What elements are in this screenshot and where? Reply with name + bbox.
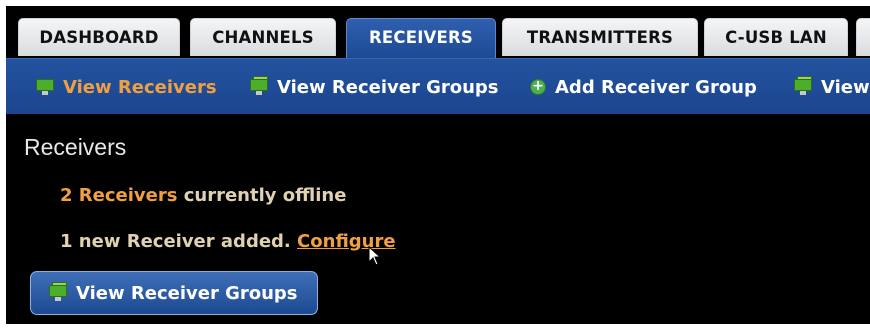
- main-tab-bar: DASHBOARD CHANNELS RECEIVERS TRANSMITTER…: [6, 6, 870, 58]
- new-receiver-status: 1 new Receiver added. Configure: [60, 231, 396, 252]
- tab-label: RECEIVERS: [369, 28, 473, 47]
- monitor-group-icon: [49, 282, 67, 301]
- main-content: Receivers 2 Receivers currently offline …: [6, 114, 870, 324]
- app-frame: DASHBOARD CHANNELS RECEIVERS TRANSMITTER…: [6, 6, 870, 324]
- tab-transmitters[interactable]: TRANSMITTERS: [502, 18, 698, 56]
- subnav-label: View Receiver Groups: [277, 76, 499, 98]
- offline-text: currently offline: [183, 185, 347, 206]
- page-title: Receivers: [24, 134, 127, 160]
- tab-label: C-USB LAN: [725, 28, 827, 47]
- new-receiver-text: 1 new Receiver added.: [60, 231, 291, 252]
- button-label: View Receiver Groups: [76, 282, 298, 304]
- tab-c-usb-lan[interactable]: C-USB LAN: [704, 18, 848, 56]
- tab-label: DASHBOARD: [39, 28, 159, 47]
- subnav-label: View Receivers: [63, 76, 217, 98]
- monitor-group-icon: [250, 76, 268, 95]
- offline-status: 2 Receivers currently offline: [60, 185, 346, 206]
- subnav-view-receiver-groups[interactable]: View Receiver Groups: [250, 59, 499, 115]
- tab-receivers[interactable]: RECEIVERS: [346, 18, 496, 58]
- monitor-group-icon: [794, 76, 812, 95]
- monitor-icon: [36, 79, 54, 95]
- subnav-label: Add Receiver Group: [555, 76, 757, 98]
- view-receiver-groups-button[interactable]: View Receiver Groups: [30, 271, 318, 315]
- subnav-add-receiver-group[interactable]: + Add Receiver Group: [530, 59, 757, 115]
- sub-navigation: View Receivers View Receiver Groups + Ad…: [6, 58, 870, 114]
- tab-label: TRANSMITTERS: [526, 28, 674, 47]
- tab-overflow[interactable]: [856, 18, 870, 56]
- subnav-view-more[interactable]: View: [794, 59, 870, 115]
- mouse-cursor-icon: [368, 246, 382, 266]
- tab-label: CHANNELS: [212, 28, 314, 47]
- tab-channels[interactable]: CHANNELS: [190, 18, 336, 56]
- plus-circle-icon: +: [530, 79, 546, 95]
- offline-count-link[interactable]: 2 Receivers: [60, 185, 177, 206]
- subnav-label: View: [821, 76, 870, 98]
- tab-dashboard[interactable]: DASHBOARD: [18, 18, 180, 56]
- subnav-view-receivers[interactable]: View Receivers: [36, 59, 217, 115]
